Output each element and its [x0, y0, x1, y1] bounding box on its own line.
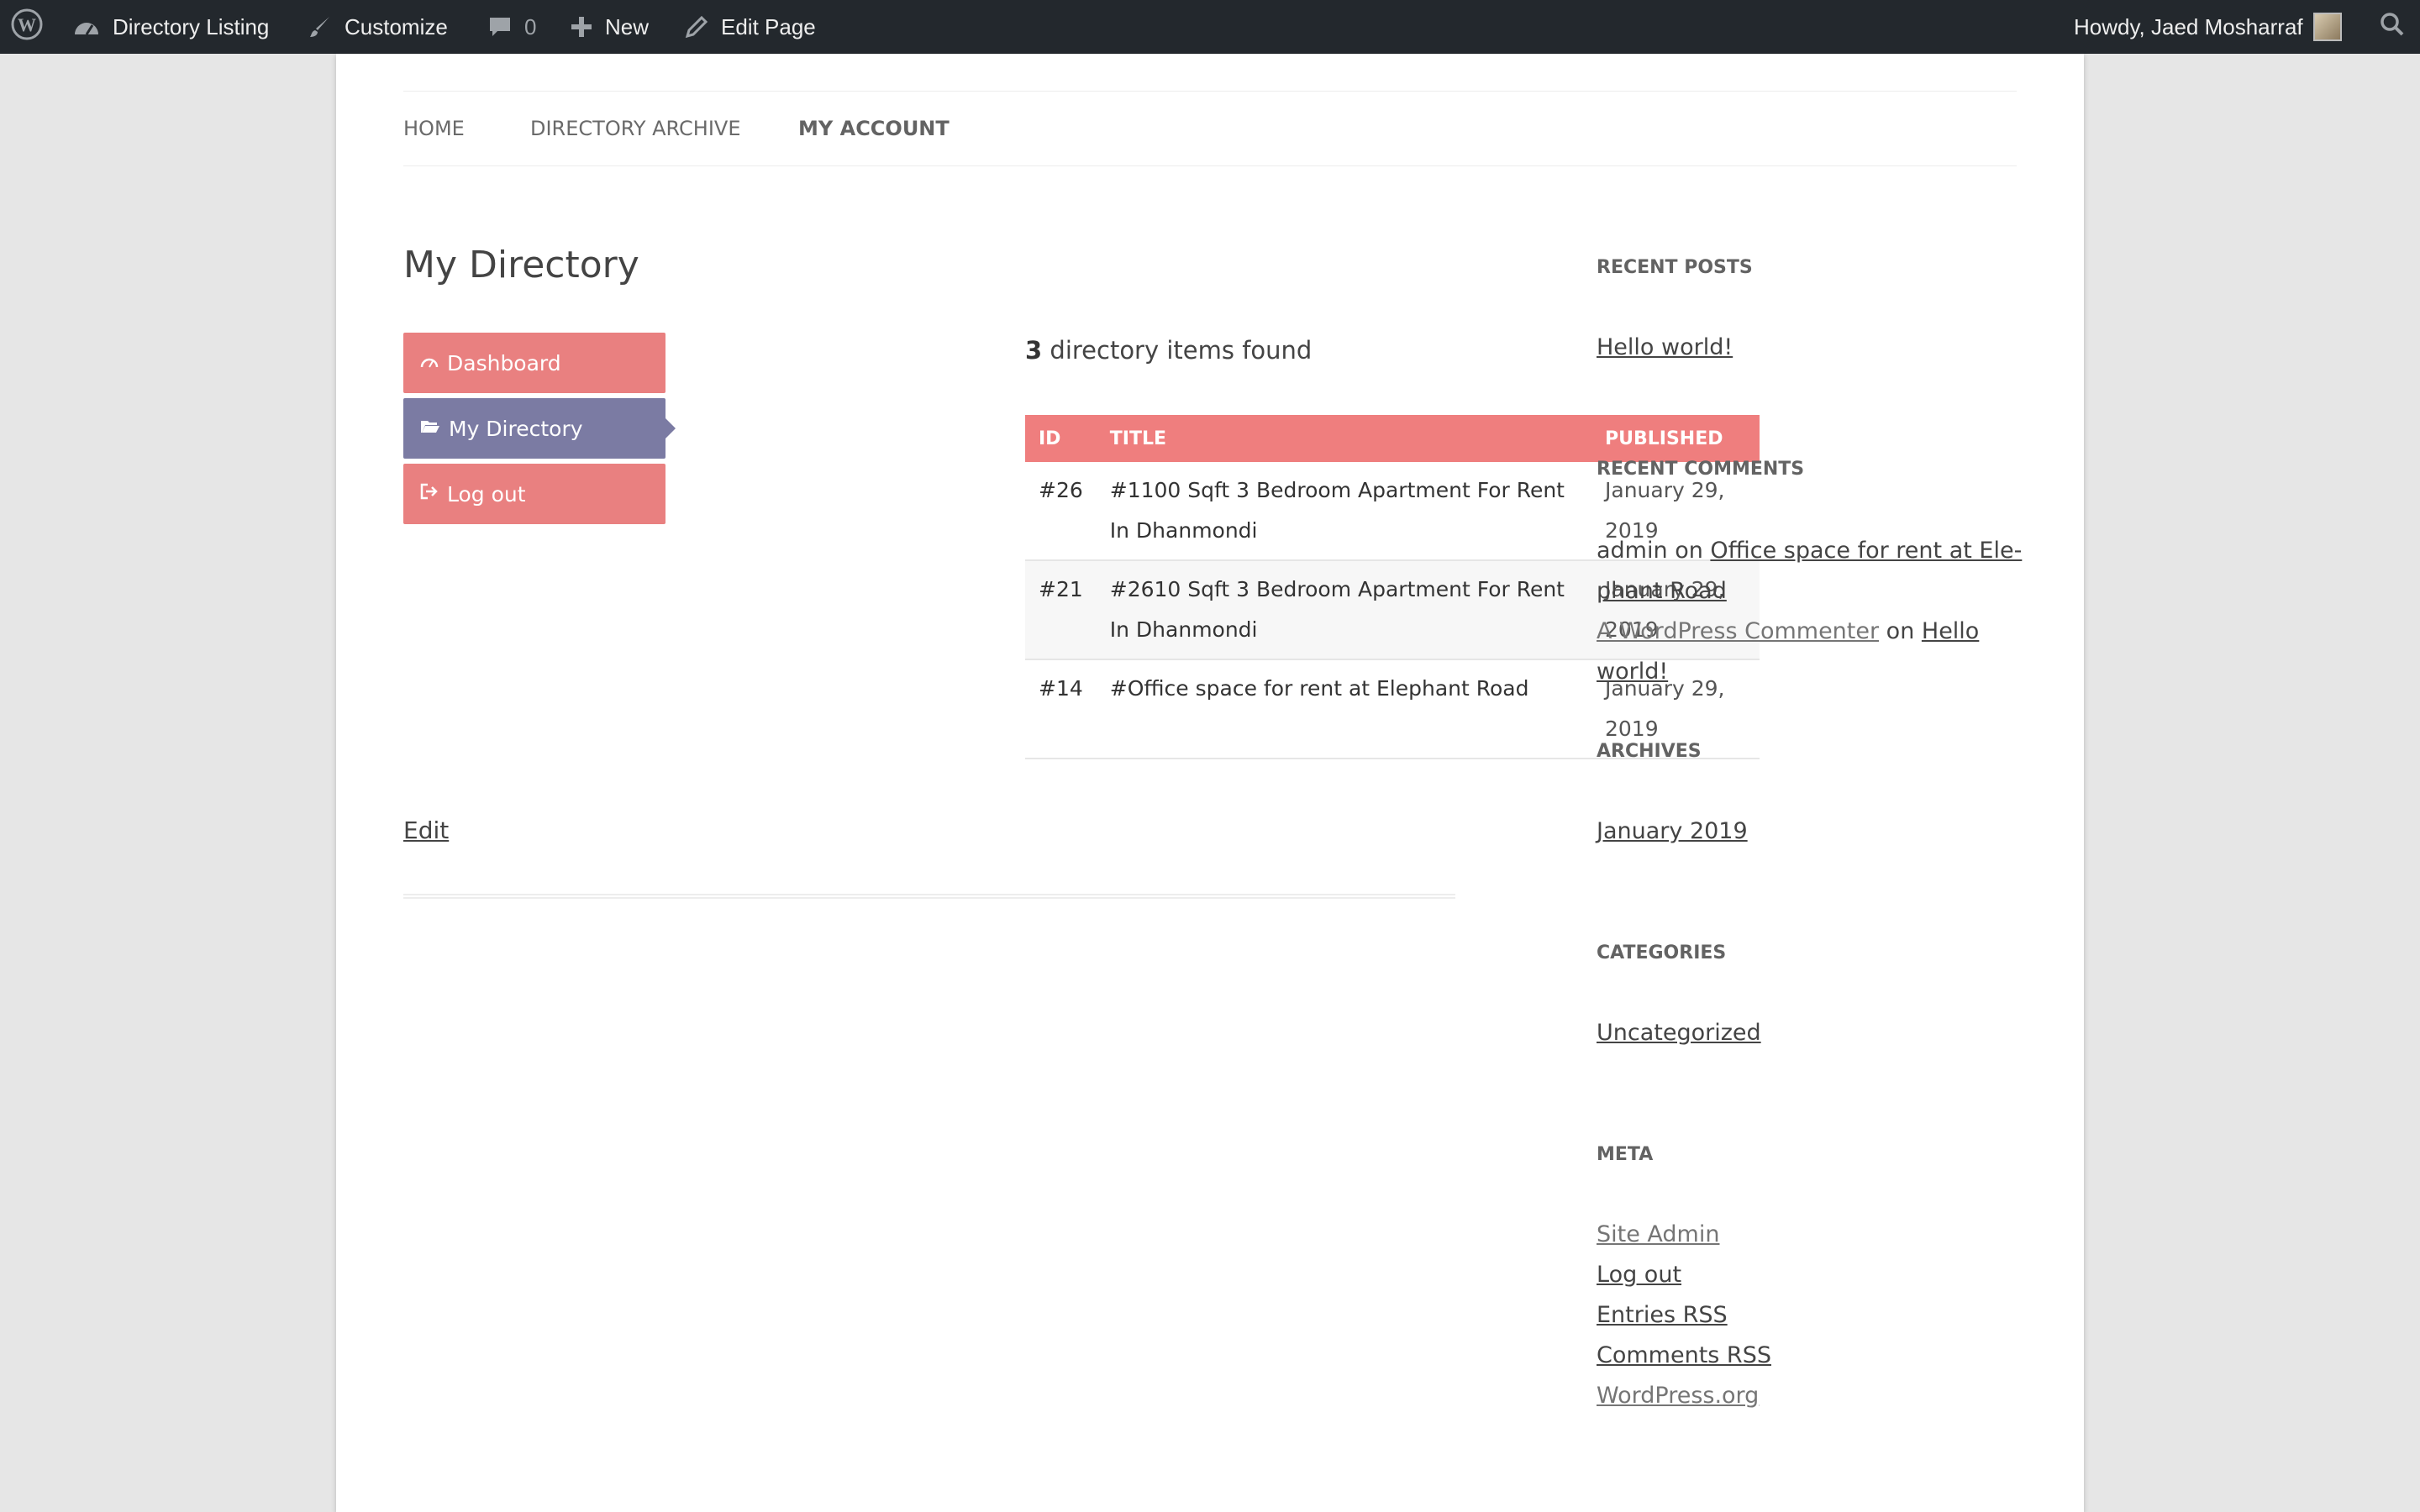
- my-account-menu[interactable]: Howdy, Jaed Mosharraf: [2074, 0, 2342, 54]
- plus-icon: [570, 15, 593, 39]
- comment-author-link[interactable]: A WordPress Commenter: [1597, 618, 1879, 644]
- dashboard-gauge-icon: [72, 14, 101, 39]
- comments-link[interactable]: 0: [487, 0, 536, 54]
- comment-post-link[interactable]: phant Road: [1597, 578, 1727, 604]
- wordpress-logo-button[interactable]: W: [10, 0, 44, 54]
- folder-open-icon: [420, 418, 440, 439]
- site-name-label: Directory Listing: [113, 13, 270, 39]
- row-id: #21: [1025, 560, 1097, 660]
- edit-page-label: Edit Page: [721, 13, 816, 39]
- admin-search-button[interactable]: [2380, 0, 2405, 54]
- table-header-row: ID TITLE PUBLISHED: [1025, 415, 1760, 462]
- dashboard-menu-dashboard[interactable]: Dashboard: [403, 333, 666, 393]
- widget-title-recent-posts: RECENT POSTS: [1597, 257, 1753, 278]
- entry-divider: [403, 894, 1455, 899]
- category-link[interactable]: Uncategorized: [1597, 1020, 1761, 1046]
- widget-title-categories: CATEGORIES: [1597, 942, 1727, 963]
- main-navigation: HOME DIRECTORY ARCHIVE MY ACCOUNT: [403, 91, 2017, 166]
- column-header-id: ID: [1025, 415, 1097, 462]
- widget-title-recent-comments: RECENT COMMENTS: [1597, 459, 1805, 480]
- new-content-link[interactable]: New: [570, 0, 649, 54]
- row-id: #14: [1025, 659, 1097, 759]
- admin-bar: W Directory Listing Customize 0 New Edit…: [0, 0, 2420, 54]
- comment-post-link[interactable]: Office space for rent at Ele-: [1710, 538, 2022, 564]
- meta-link-wordpress-org[interactable]: WordPress.org: [1597, 1383, 1759, 1409]
- howdy-label: Howdy, Jaed Mosharraf: [2074, 13, 2303, 39]
- meta-link-log-out[interactable]: Log out: [1597, 1262, 1681, 1288]
- comment-author: admin: [1597, 538, 1668, 564]
- archive-link[interactable]: January 2019: [1597, 818, 1748, 844]
- meta-link-comments-rss[interactable]: Comments RSS: [1597, 1342, 1771, 1368]
- row-title: #2610 Sqft 3 Bedroom Apartment For Rent …: [1096, 560, 1591, 660]
- dashboard-menu-logout[interactable]: Log out: [403, 464, 666, 524]
- recent-post-link[interactable]: Hello world!: [1597, 334, 1733, 360]
- nav-my-account[interactable]: MY ACCOUNT: [798, 92, 950, 165]
- row-title: #1100 Sqft 3 Bedroom Apartment For Rent …: [1096, 462, 1591, 561]
- recent-comment-item: admin on Office space for rent at Ele- p…: [1597, 531, 2033, 692]
- dashboard-menu-label: My Directory: [449, 416, 583, 441]
- comment-bubble-icon: [487, 14, 513, 39]
- edit-link[interactable]: Edit: [403, 816, 449, 844]
- column-header-published: PUBLISHED: [1591, 415, 1760, 462]
- customize-link[interactable]: Customize: [308, 0, 448, 54]
- items-found-count: 3: [1025, 336, 1043, 365]
- column-header-title: TITLE: [1096, 415, 1591, 462]
- row-id: #26: [1025, 462, 1097, 561]
- meta-link-entries-rss[interactable]: Entries RSS: [1597, 1302, 1728, 1328]
- wordpress-logo-icon: W: [10, 8, 44, 47]
- comment-on-text: on: [1667, 538, 1711, 564]
- meta-link-site-admin[interactable]: Site Admin: [1597, 1221, 1719, 1247]
- page-container: HOME DIRECTORY ARCHIVE MY ACCOUNT My Dir…: [336, 54, 2084, 1512]
- widget-title-archives: ARCHIVES: [1597, 741, 1702, 762]
- logout-icon: [420, 483, 439, 505]
- dashboard-icon: [420, 353, 439, 374]
- pencil-icon: [684, 14, 709, 39]
- items-found-text: 3 directory items found: [1025, 336, 1312, 365]
- items-found-label: directory items found: [1042, 336, 1313, 365]
- comments-count: 0: [524, 13, 537, 39]
- avatar: [2312, 13, 2342, 41]
- row-title: #Office space for rent at Elephant Road: [1096, 659, 1591, 759]
- search-icon: [2380, 12, 2405, 43]
- dashboard-menu-label: Log out: [447, 481, 526, 507]
- site-name-link[interactable]: Directory Listing: [72, 0, 269, 54]
- nav-directory-archive[interactable]: DIRECTORY ARCHIVE: [530, 92, 741, 165]
- edit-page-link[interactable]: Edit Page: [684, 0, 816, 54]
- brush-icon: [308, 14, 333, 39]
- dashboard-menu-my-directory[interactable]: My Directory: [403, 398, 676, 459]
- nav-home[interactable]: HOME: [403, 92, 465, 165]
- comment-on-text: on: [1879, 618, 1922, 644]
- customize-label: Customize: [345, 13, 448, 39]
- dashboard-menu-label: Dashboard: [447, 350, 561, 375]
- widget-title-meta: META: [1597, 1144, 1654, 1165]
- page-title: My Directory: [403, 244, 639, 286]
- svg-text:W: W: [18, 14, 36, 35]
- new-label: New: [605, 13, 650, 39]
